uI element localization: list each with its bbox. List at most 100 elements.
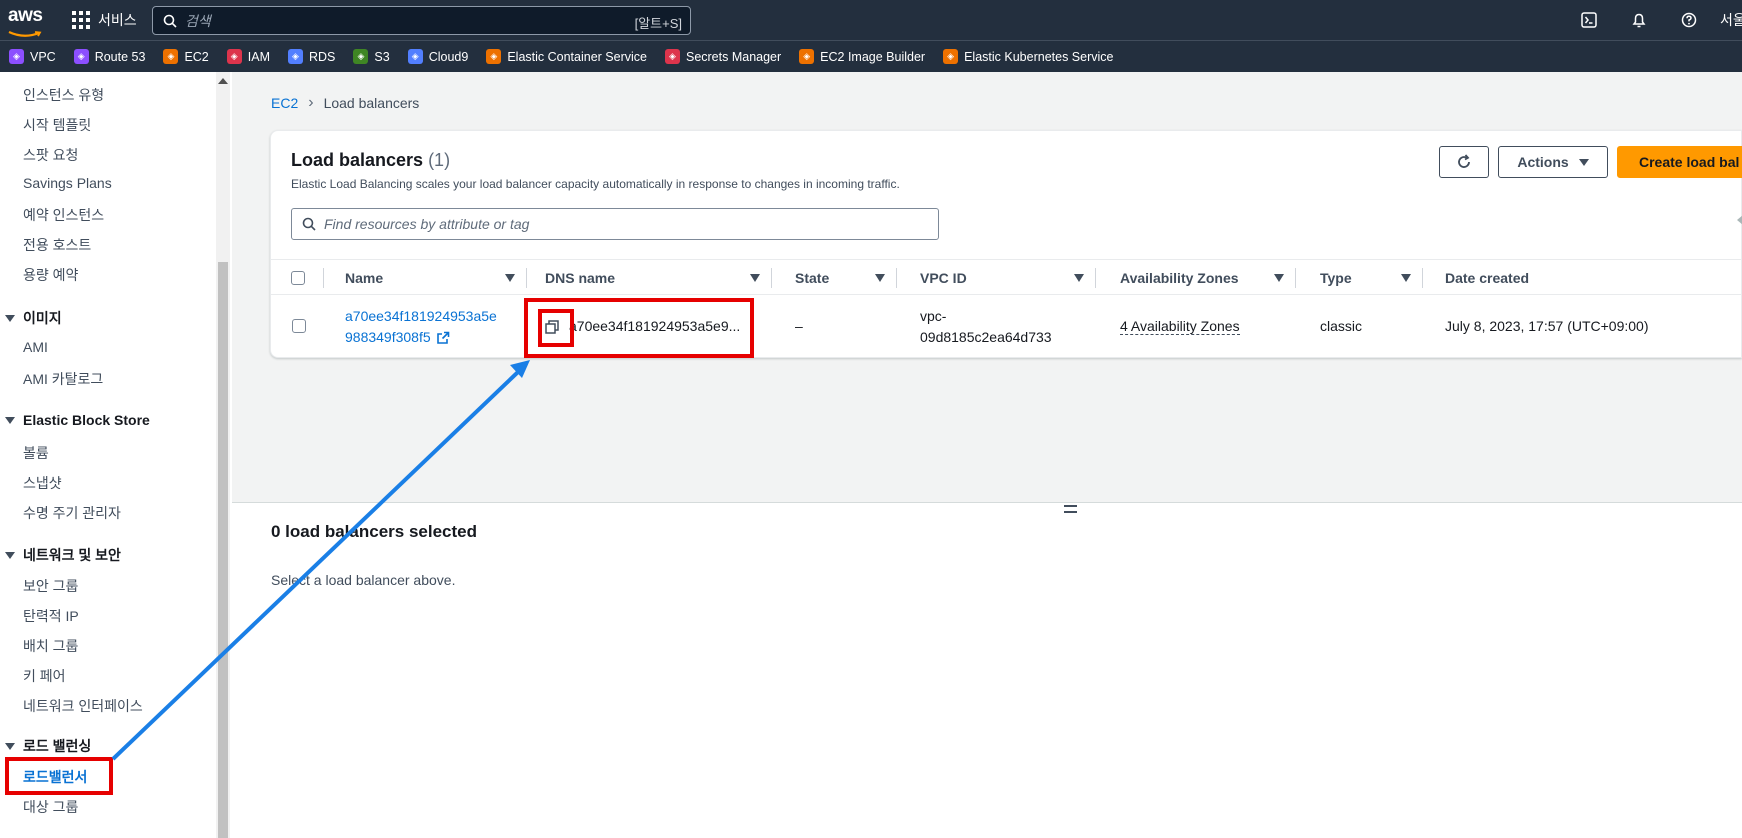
name-line-1: a70ee34f181924953a5e [345, 308, 497, 324]
sidebar-section-images[interactable]: 이미지 [5, 308, 62, 328]
favorite-ec2-image-builder[interactable]: ◈ EC2 Image Builder [799, 49, 925, 64]
pagination-prev-icon[interactable] [1737, 215, 1742, 225]
global-search-input[interactable] [185, 12, 605, 29]
sidebar-item-placement-groups[interactable]: 배치 그룹 [23, 636, 78, 656]
sort-caret-icon[interactable] [1401, 274, 1411, 282]
column-header-label: DNS name [545, 270, 616, 286]
sidebar-item-key-pairs[interactable]: 키 페어 [23, 666, 66, 686]
select-all-checkbox-cell [291, 260, 305, 296]
column-header-type[interactable]: Type [1320, 260, 1445, 296]
aws-smile-icon [8, 30, 42, 37]
sidebar-section-ebs[interactable]: Elastic Block Store [5, 412, 150, 428]
column-header-label: Name [345, 270, 384, 286]
search-icon [302, 217, 316, 231]
sidebar-section-load-balancing[interactable]: 로드 밸런싱 [5, 736, 91, 756]
sidebar-item-elastic-ips[interactable]: 탄력적 IP [23, 606, 79, 626]
sidebar-item-network-interfaces[interactable]: 네트워크 인터페이스 [23, 696, 143, 716]
actions-dropdown-button[interactable]: Actions [1498, 146, 1608, 178]
sidebar-item-spot-requests[interactable]: 스팟 요청 [23, 145, 78, 165]
availability-zones-cell[interactable]: 4 Availability Zones [1120, 316, 1240, 337]
column-header-state[interactable]: State [795, 260, 920, 296]
breadcrumb-current: Load balancers [323, 95, 420, 111]
cloudshell-button[interactable] [1564, 0, 1614, 40]
column-header-availability-zones[interactable]: Availability Zones [1120, 260, 1320, 296]
vpc-id-cell: vpc- 09d8185c2ea64d733 [920, 306, 1052, 348]
column-header-name[interactable]: Name [345, 260, 545, 296]
favorite-vpc[interactable]: ◈ VPC [9, 49, 56, 64]
refresh-icon [1458, 154, 1470, 168]
column-header-vpc-id[interactable]: VPC ID [920, 260, 1120, 296]
sidebar-item-lifecycle-manager[interactable]: 수명 주기 관리자 [23, 503, 121, 523]
row-select-checkbox[interactable] [292, 319, 306, 333]
favorite-elastic-container-service[interactable]: ◈ Elastic Container Service [486, 49, 647, 64]
sidebar-item-reserved-instances[interactable]: 예약 인스턴스 [23, 205, 104, 225]
sidebar-item-snapshots[interactable]: 스냅샷 [23, 473, 62, 493]
favorite-label: Elastic Container Service [507, 49, 647, 64]
sidebar-item-savings-plans[interactable]: Savings Plans [23, 175, 112, 191]
column-header-label: Availability Zones [1120, 270, 1239, 286]
service-icon: ◈ [288, 49, 303, 64]
service-icon: ◈ [943, 49, 959, 64]
favorite-rds[interactable]: ◈ RDS [288, 49, 335, 64]
search-shortcut-hint: [알트+S] [634, 16, 682, 31]
service-icon: ◈ [226, 49, 242, 64]
filter-input[interactable] [324, 216, 924, 232]
collapse-caret-icon [5, 551, 15, 559]
refresh-button[interactable] [1439, 146, 1489, 178]
load-balancer-name-link[interactable]: a70ee34f181924953a5e 988349f308f5 [345, 306, 497, 348]
sidebar-item-capacity-reservations[interactable]: 용량 예약 [23, 265, 78, 285]
favorite-label: Route 53 [94, 49, 146, 64]
panel-description: Elastic Load Balancing scales your load … [291, 177, 900, 191]
terminal-icon [1581, 12, 1597, 28]
help-button[interactable] [1664, 0, 1714, 40]
availability-zones-popover-trigger[interactable]: 4 Availability Zones [1120, 318, 1240, 335]
sidebar-item-volumes[interactable]: 볼륨 [23, 443, 49, 463]
service-icon: ◈ [407, 49, 423, 64]
region-selector[interactable]: 서울 [1714, 10, 1742, 30]
scrollbar-thumb[interactable] [218, 262, 228, 838]
sidebar-item-launch-templates[interactable]: 시작 템플릿 [23, 115, 91, 135]
services-button[interactable]: 서비스 [72, 8, 137, 32]
sidebar-item-dedicated-hosts[interactable]: 전용 호스트 [23, 235, 91, 255]
global-search[interactable]: [알트+S] [152, 6, 691, 35]
select-all-checkbox[interactable] [291, 271, 305, 285]
search-icon [163, 14, 177, 28]
type-cell: classic [1320, 318, 1363, 334]
breadcrumb-ec2-link[interactable]: EC2 [271, 95, 298, 111]
favorite-iam[interactable]: ◈ IAM [226, 49, 270, 64]
collapse-caret-icon [5, 314, 15, 322]
favorite-label: VPC [30, 49, 56, 64]
split-panel-resize-handle[interactable] [1064, 505, 1077, 513]
aws-logo[interactable]: aws [8, 6, 52, 37]
sort-caret-icon[interactable] [875, 274, 885, 282]
favorite-secrets-manager[interactable]: ◈ Secrets Manager [664, 49, 781, 64]
collapse-caret-icon [5, 416, 15, 424]
services-label: 서비스 [98, 12, 137, 28]
favorite-route-53[interactable]: ◈ Route 53 [73, 49, 146, 64]
favorite-s3[interactable]: ◈ S3 [353, 49, 390, 64]
external-link-icon [436, 331, 449, 344]
bell-icon [1632, 13, 1646, 28]
notifications-button[interactable] [1614, 0, 1664, 40]
sidebar-item-target-groups[interactable]: 대상 그룹 [23, 797, 78, 817]
column-header-dns-name[interactable]: DNS name [545, 260, 795, 296]
sidebar-item-security-groups[interactable]: 보안 그룹 [23, 576, 78, 596]
column-header-date-created[interactable]: Date created [1445, 260, 1695, 296]
favorite-cloud9[interactable]: ◈ Cloud9 [407, 49, 468, 64]
service-icon: ◈ [486, 49, 502, 64]
sort-caret-icon[interactable] [1074, 274, 1084, 282]
table-row[interactable]: a70ee34f181924953a5e 988349f308f5 a70ee3… [271, 296, 1742, 358]
resource-filter[interactable] [291, 208, 939, 240]
sidebar-item-instance-types[interactable]: 인스턴스 유형 [23, 85, 104, 105]
sidebar-scrollbar[interactable] [216, 72, 230, 838]
sort-caret-icon[interactable] [505, 274, 515, 282]
sidebar-section-network[interactable]: 네트워크 및 보안 [5, 545, 121, 565]
favorite-ec2[interactable]: ◈ EC2 [163, 49, 209, 64]
sidebar-item-ami-catalog[interactable]: AMI 카탈로그 [23, 369, 103, 389]
favorite-elastic-kubernetes-service[interactable]: ◈ Elastic Kubernetes Service [943, 49, 1113, 64]
sort-caret-icon[interactable] [1274, 274, 1284, 282]
sort-caret-icon[interactable] [750, 274, 760, 282]
create-load-balancer-button[interactable]: Create load bal [1617, 146, 1742, 178]
sidebar-item-ami[interactable]: AMI [23, 339, 48, 355]
scroll-up-arrow-icon[interactable] [218, 78, 228, 84]
